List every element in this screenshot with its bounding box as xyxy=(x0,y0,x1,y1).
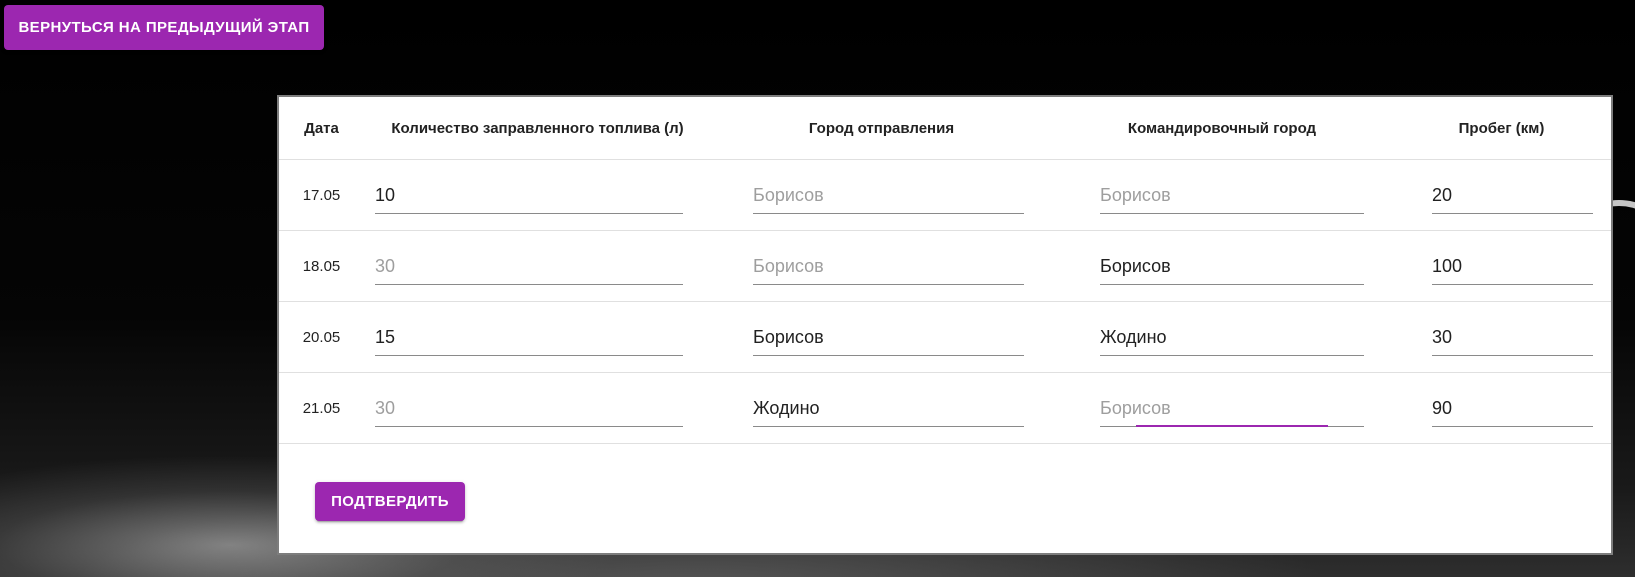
date-cell: 17.05 xyxy=(279,159,364,231)
mileage-input[interactable] xyxy=(1432,320,1593,356)
mileage-input[interactable] xyxy=(1432,249,1593,285)
column-header-destination-city: Командировочный город xyxy=(1052,97,1392,160)
mileage-input[interactable] xyxy=(1432,178,1593,214)
column-header-departure-city: Город отправления xyxy=(711,97,1052,160)
fuel-input[interactable] xyxy=(375,320,683,356)
destination-city-input[interactable] xyxy=(1100,249,1364,285)
destination-city-input[interactable] xyxy=(1100,391,1364,427)
fuel-input[interactable] xyxy=(375,249,683,285)
table-row: 20.05 xyxy=(279,301,1611,373)
confirm-button[interactable]: Подтвердить xyxy=(315,482,465,521)
date-cell: 18.05 xyxy=(279,230,364,302)
table-row: 17.05 xyxy=(279,159,1611,231)
table-row: 18.05 xyxy=(279,230,1611,302)
departure-city-input[interactable] xyxy=(753,178,1024,214)
mileage-input[interactable] xyxy=(1432,391,1593,427)
input-focus-underline xyxy=(1136,425,1328,427)
departure-city-input[interactable] xyxy=(753,249,1024,285)
column-header-mileage: Пробег (км) xyxy=(1392,97,1611,160)
column-header-fuel: Количество заправленного топлива (л) xyxy=(364,97,711,160)
table-header-row: Дата Количество заправленного топлива (л… xyxy=(279,97,1611,160)
fuel-log-card: Дата Количество заправленного топлива (л… xyxy=(277,95,1613,555)
fuel-input[interactable] xyxy=(375,391,683,427)
destination-city-input[interactable] xyxy=(1100,178,1364,214)
departure-city-input[interactable] xyxy=(753,391,1024,427)
fuel-input[interactable] xyxy=(375,178,683,214)
departure-city-input[interactable] xyxy=(753,320,1024,356)
column-header-date: Дата xyxy=(279,97,364,160)
fuel-log-table: Дата Количество заправленного топлива (л… xyxy=(279,97,1611,444)
date-cell: 21.05 xyxy=(279,372,364,444)
back-to-previous-step-button[interactable]: Вернуться на предыдущий этап xyxy=(4,5,324,50)
table-row: 21.05 xyxy=(279,372,1611,444)
destination-city-input[interactable] xyxy=(1100,320,1364,356)
date-cell: 20.05 xyxy=(279,301,364,373)
